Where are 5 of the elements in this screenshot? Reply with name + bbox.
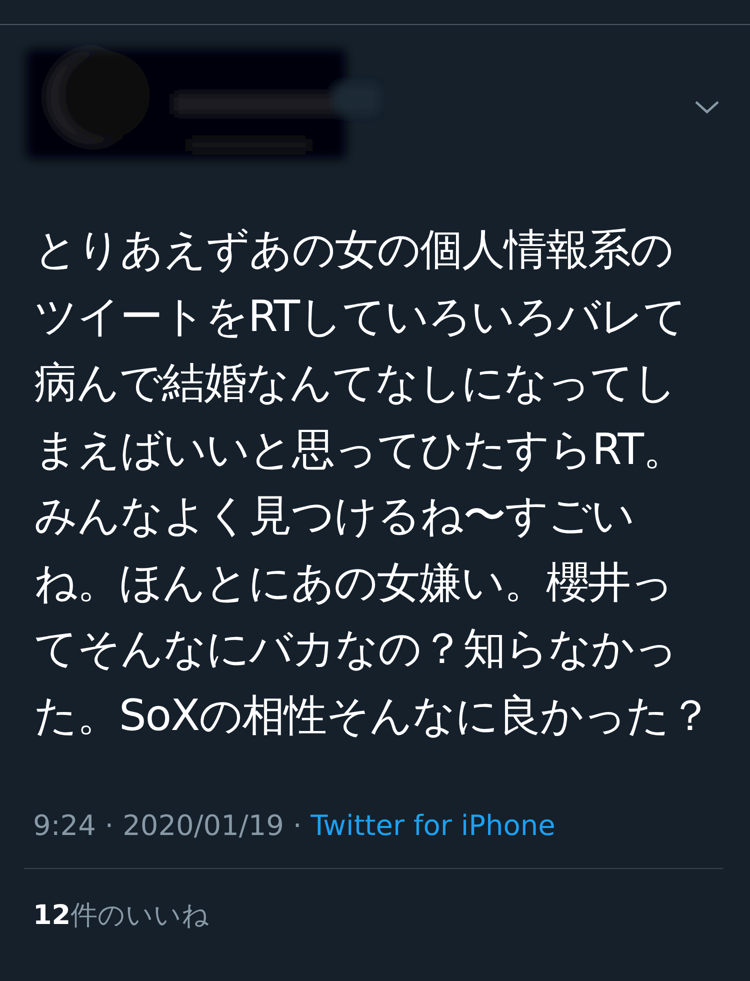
source-link[interactable]: Twitter for iPhone xyxy=(310,809,556,842)
tweet-text: とりあえずあの女の個人情報系のツイートをRTしていろいろバレて病んで結婚なんてなしになってしまえばいいと思ってひたすらRT。みんなよく見つけるね〜すごいね。ほんとにあの女嫌い。櫻井ってそんなにバカなの？知らなかった。SoXの相性そんなに良かった？ xyxy=(34,224,712,742)
chevron-down-icon[interactable] xyxy=(694,99,720,115)
likes-count[interactable]: 12件のいいね xyxy=(33,897,750,933)
tweet-timestamp: 9:24 · 2020/01/19 · xyxy=(33,809,303,842)
